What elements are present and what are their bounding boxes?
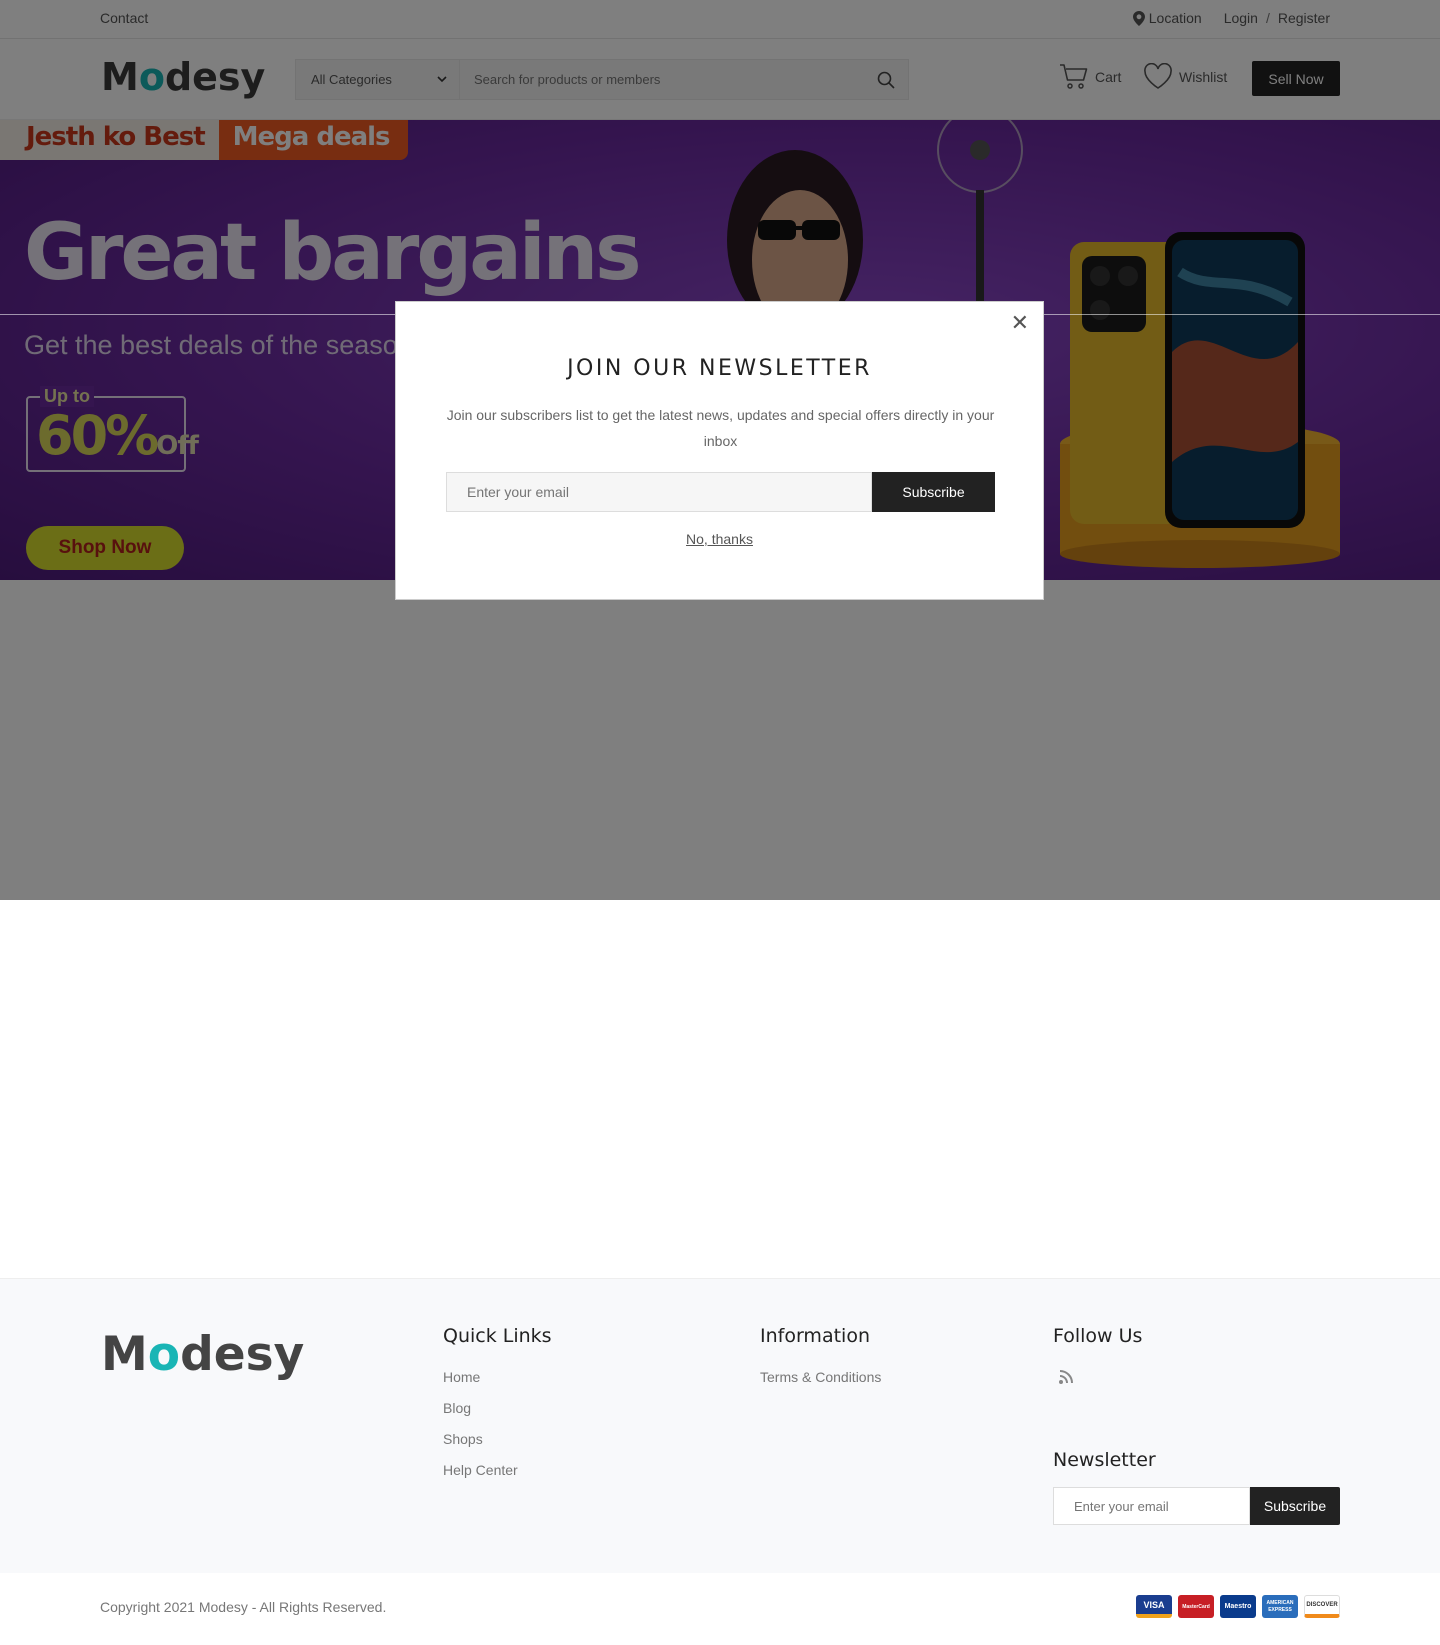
information-links: Information Terms & Conditions: [760, 1325, 881, 1400]
follow-us-title: Follow Us: [1053, 1325, 1143, 1347]
close-icon[interactable]: ✕: [1011, 312, 1029, 334]
maestro-card-icon: Maestro: [1220, 1595, 1256, 1618]
footer-newsletter-title: Newsletter: [1053, 1449, 1156, 1471]
mastercard-card-icon: MasterCard: [1178, 1595, 1214, 1618]
footer-link-blog[interactable]: Blog: [443, 1400, 552, 1416]
footer-link-terms[interactable]: Terms & Conditions: [760, 1369, 881, 1385]
footer-logo-m: M: [101, 1327, 148, 1382]
footer-link-home[interactable]: Home: [443, 1369, 552, 1385]
modal-title: JOIN OUR NEWSLETTER: [567, 356, 872, 381]
footer-logo-o: o: [147, 1327, 181, 1382]
footer-link-shops[interactable]: Shops: [443, 1431, 552, 1447]
information-title: Information: [760, 1325, 870, 1347]
modal-subscribe-button[interactable]: Subscribe: [872, 472, 995, 512]
bottom-bar: Copyright 2021 Modesy - All Rights Reser…: [0, 1573, 1440, 1645]
footer-newsletter-form: Subscribe: [1053, 1487, 1340, 1525]
footer-subscribe-button[interactable]: Subscribe: [1250, 1487, 1340, 1525]
rss-link[interactable]: [1058, 1369, 1074, 1390]
footer-link-help-center[interactable]: Help Center: [443, 1462, 552, 1478]
modal-description: Join our subscribers list to get the lat…: [446, 407, 995, 449]
footer: Modesy Quick Links Home Blog Shops Help …: [0, 1278, 1440, 1573]
modal-form: Subscribe: [446, 472, 995, 512]
footer-logo-rest: desy: [180, 1327, 305, 1382]
quick-links: Quick Links Home Blog Shops Help Center: [443, 1325, 552, 1493]
amex-card-icon: AMERICAN EXPRESS: [1262, 1595, 1298, 1618]
footer-logo[interactable]: Modesy: [101, 1327, 304, 1382]
modal-email-input[interactable]: [446, 472, 872, 512]
discover-card-icon: DISCOVER: [1304, 1595, 1340, 1618]
no-thanks-link[interactable]: No, thanks: [686, 531, 753, 547]
quick-links-title: Quick Links: [443, 1325, 552, 1347]
footer-newsletter: Newsletter Subscribe: [1053, 1449, 1340, 1525]
no-thanks-row: No, thanks: [396, 531, 1043, 547]
visa-card-icon: VISA: [1136, 1595, 1172, 1618]
copyright: Copyright 2021 Modesy - All Rights Reser…: [100, 1599, 387, 1615]
payment-cards: VISA MasterCard Maestro AMERICAN EXPRESS…: [1136, 1595, 1340, 1618]
rss-icon: [1059, 1370, 1073, 1384]
footer-email-input[interactable]: [1053, 1487, 1250, 1525]
follow-us: Follow Us: [1053, 1325, 1142, 1369]
newsletter-modal: ✕ JOIN OUR NEWSLETTER Join our subscribe…: [395, 301, 1044, 600]
